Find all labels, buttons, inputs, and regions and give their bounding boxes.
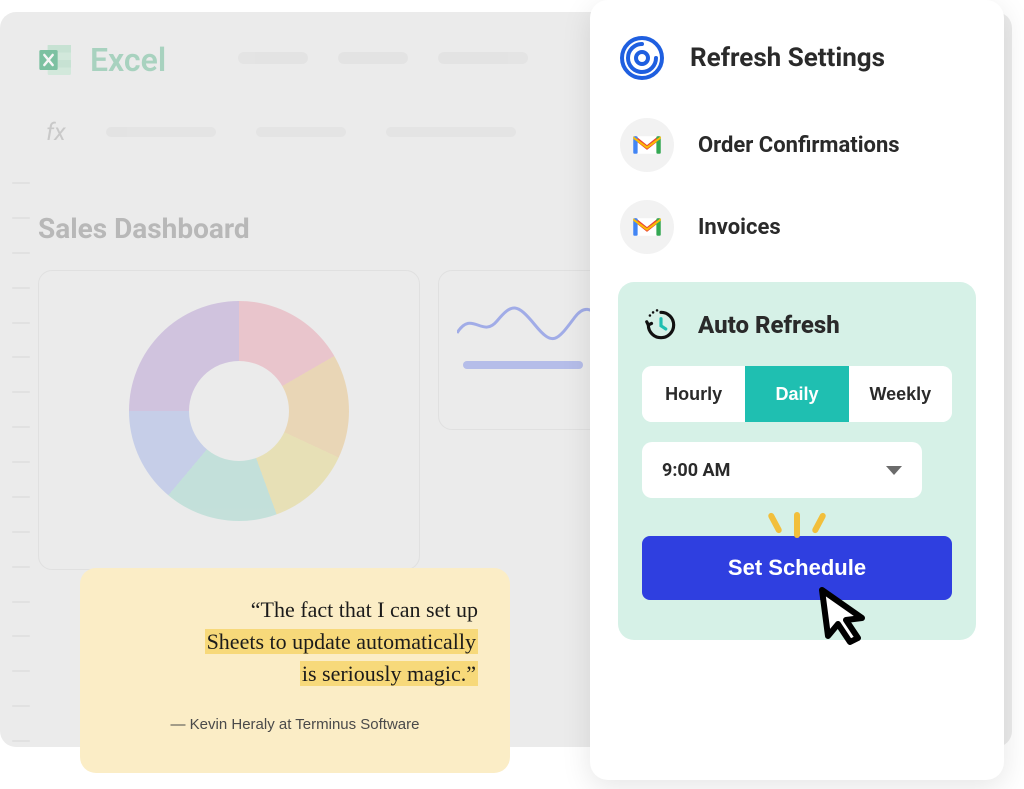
frequency-daily[interactable]: Daily	[745, 366, 848, 422]
quote-line1: “The fact that I can set up	[251, 597, 478, 622]
frequency-hourly[interactable]: Hourly	[642, 366, 745, 422]
toolbar-placeholder	[238, 52, 528, 64]
excel-icon	[36, 40, 76, 80]
testimonial-attribution: — Kevin Heraly at Terminus Software	[112, 716, 478, 733]
excel-header: Excel	[36, 40, 166, 80]
cursor-icon	[812, 584, 876, 648]
time-select[interactable]: 9:00 AM	[642, 442, 922, 498]
bar-placeholder	[463, 361, 583, 369]
dashboard-title: Sales Dashboard	[38, 212, 250, 245]
source-order-confirmations[interactable]: Order Confirmations	[620, 118, 976, 172]
formula-bar: fx	[46, 118, 516, 146]
auto-refresh-title: Auto Refresh	[698, 311, 840, 339]
gmail-icon	[632, 133, 662, 157]
source-label: Invoices	[698, 215, 781, 240]
quote-line2: Sheets to update automatically	[205, 629, 478, 654]
excel-app-name: Excel	[90, 41, 166, 79]
time-value: 9:00 AM	[662, 460, 730, 481]
row-gutter	[12, 182, 22, 742]
fx-label: fx	[46, 118, 66, 146]
gmail-icon	[632, 215, 662, 239]
testimonial-card: “The fact that I can set up Sheets to up…	[80, 568, 510, 773]
quote-line3: is seriously magic.”	[300, 661, 478, 686]
donut-chart-card	[38, 270, 420, 570]
emphasis-burst-icon	[772, 512, 822, 538]
frequency-weekly[interactable]: Weekly	[849, 366, 952, 422]
refresh-settings-panel: Refresh Settings Order Confirmations	[590, 0, 1004, 780]
chevron-down-icon	[886, 466, 902, 475]
auto-refresh-card: Auto Refresh Hourly Daily Weekly 9:00 AM…	[618, 282, 976, 640]
frequency-segmented-control: Hourly Daily Weekly	[642, 366, 952, 422]
set-schedule-button[interactable]: Set Schedule	[642, 536, 952, 600]
source-label: Order Confirmations	[698, 133, 900, 158]
panel-title: Refresh Settings	[690, 43, 885, 73]
testimonial-text: “The fact that I can set up Sheets to up…	[112, 594, 478, 690]
clock-refresh-icon	[642, 306, 680, 344]
brand-logo-icon	[618, 34, 666, 82]
donut-chart	[129, 301, 349, 521]
source-invoices[interactable]: Invoices	[620, 200, 976, 254]
